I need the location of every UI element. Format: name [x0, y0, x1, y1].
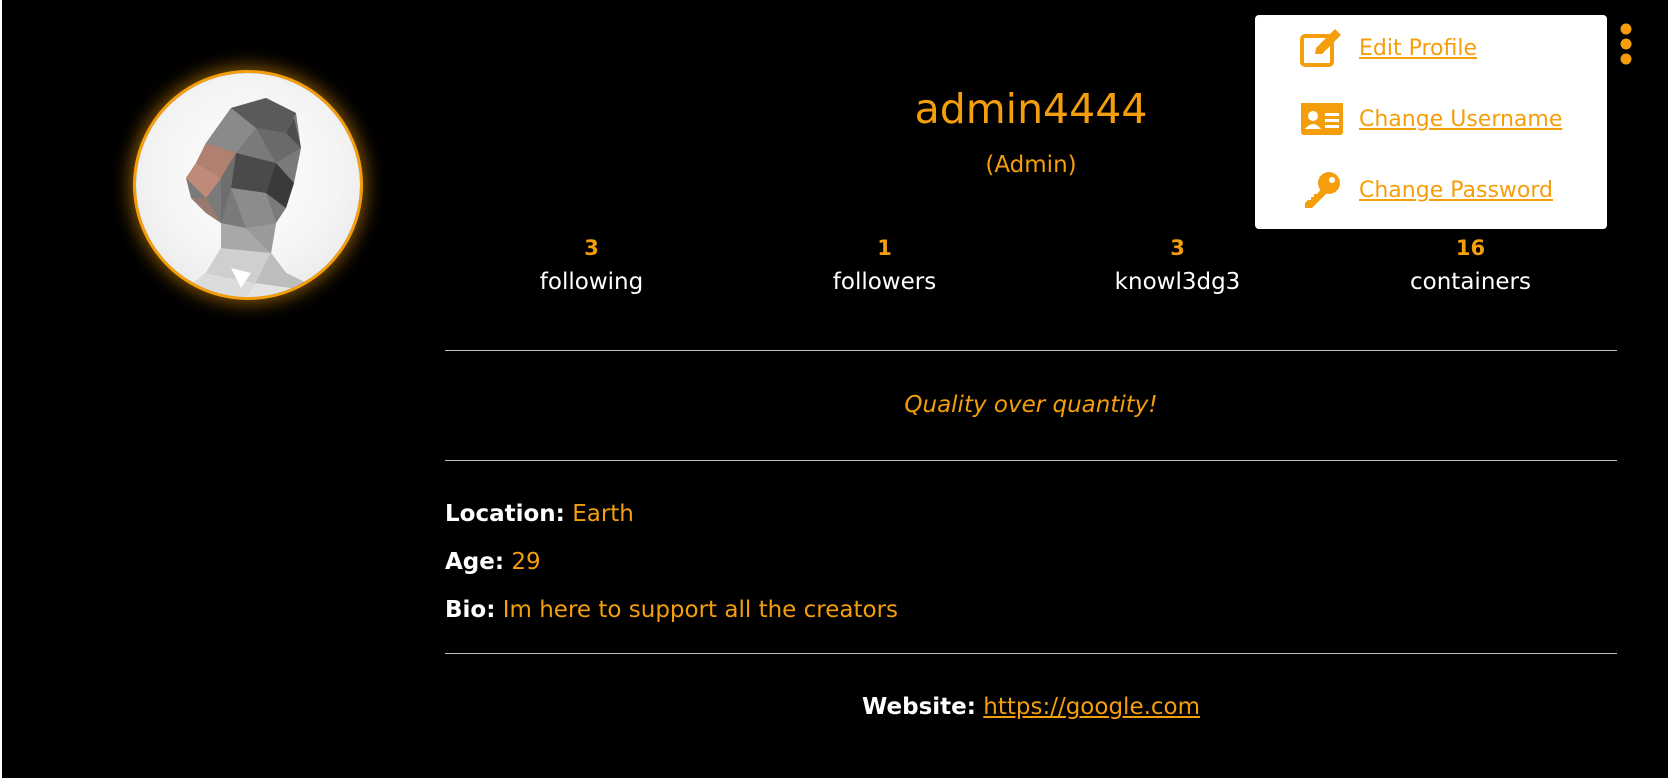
- more-options-icon[interactable]: [1618, 22, 1634, 66]
- stat-value: 3: [1170, 236, 1185, 260]
- age-label: Age:: [445, 549, 505, 575]
- website-link[interactable]: https://google.com: [983, 694, 1200, 720]
- avatar: [136, 73, 360, 297]
- location-value: Earth: [572, 501, 634, 527]
- age-row: Age: 29: [445, 545, 541, 579]
- divider: [445, 460, 1617, 461]
- profile-page: admin4444 (Admin) 3 following 1 follower…: [2, 0, 1668, 778]
- key-icon: [1299, 167, 1345, 213]
- stat-value: 16: [1455, 236, 1486, 260]
- menu-item-change-password[interactable]: Change Password: [1299, 167, 1553, 213]
- bio-value: Im here to support all the creators: [502, 597, 899, 623]
- bio-label: Bio:: [445, 597, 496, 623]
- divider: [445, 350, 1617, 351]
- location-row: Location: Earth: [445, 497, 634, 531]
- location-label: Location:: [445, 501, 565, 527]
- profile-stats: 3 following 1 followers 3 knowl3dg3 16 c…: [445, 231, 1617, 299]
- bio-row: Bio: Im here to support all the creators: [445, 593, 898, 627]
- website-label: Website:: [861, 694, 976, 720]
- stat-following[interactable]: 3 following: [445, 231, 738, 299]
- id-card-icon: [1299, 96, 1345, 142]
- menu-item-change-username[interactable]: Change Username: [1299, 96, 1562, 142]
- stat-label: following: [539, 269, 644, 295]
- website-row: Website: https://google.com: [445, 690, 1617, 724]
- stat-value: 3: [584, 236, 599, 260]
- profile-tagline: Quality over quantity!: [904, 392, 1158, 418]
- age-value: 29: [511, 549, 541, 575]
- menu-item-edit-profile[interactable]: Edit Profile: [1299, 25, 1477, 71]
- stat-value: 1: [877, 236, 892, 260]
- avatar-image: [176, 98, 336, 297]
- stat-knowledge[interactable]: 3 knowl3dg3: [1031, 231, 1324, 299]
- stat-followers[interactable]: 1 followers: [738, 231, 1031, 299]
- stat-label: containers: [1410, 269, 1531, 295]
- profile-options-menu: Edit Profile Change Username Change Pass…: [1255, 15, 1607, 229]
- stat-containers[interactable]: 16 containers: [1324, 231, 1617, 299]
- menu-item-label: Change Password: [1359, 177, 1553, 203]
- edit-icon: [1299, 25, 1345, 71]
- menu-item-label: Edit Profile: [1359, 35, 1478, 61]
- divider: [445, 653, 1617, 654]
- stat-label: followers: [832, 269, 937, 295]
- menu-item-label: Change Username: [1359, 106, 1563, 132]
- stat-label: knowl3dg3: [1114, 269, 1241, 295]
